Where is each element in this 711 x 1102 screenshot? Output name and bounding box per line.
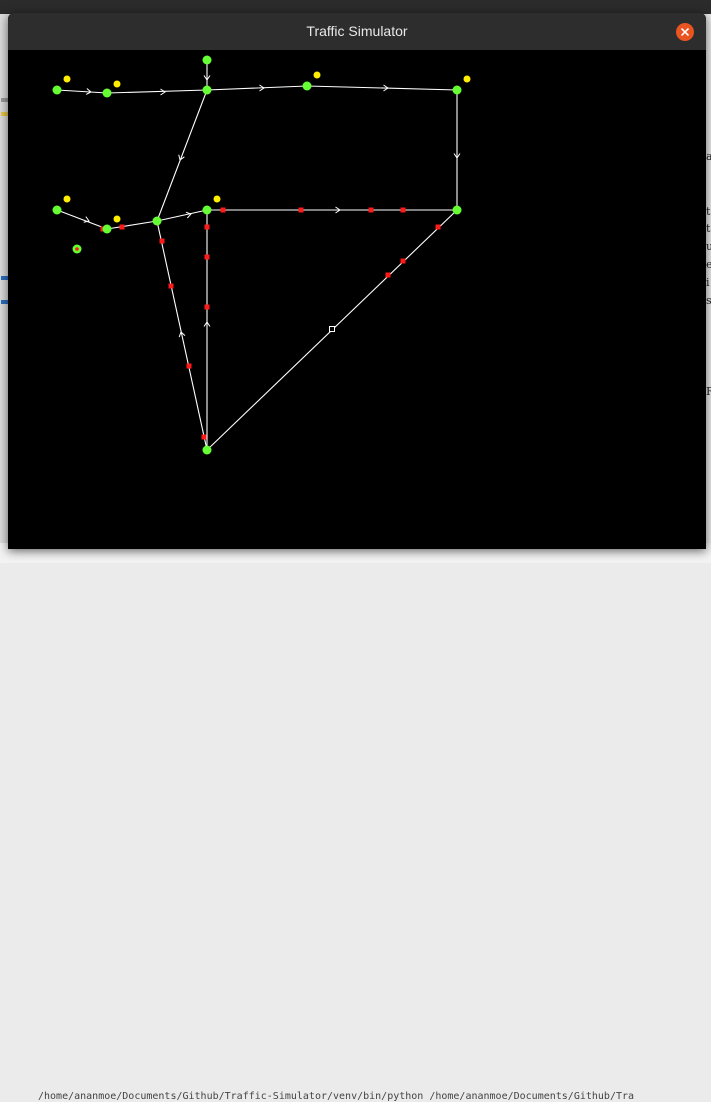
intersection-node [52,205,62,215]
direction-arrow-icon [160,88,166,96]
road-segment [156,209,208,222]
intersection-node [152,216,162,226]
ide-text-fragment: t [706,205,711,218]
road-segment [156,220,208,451]
road-segment [56,209,108,230]
vehicle-marker [220,207,226,213]
window-titlebar[interactable]: Traffic Simulator [8,13,706,51]
intersection-nodes [52,55,462,455]
vehicle-marker [435,224,441,230]
background-top-bar [0,0,711,14]
intersection-node [452,85,462,95]
direction-arrow-icon [83,216,90,223]
window-title: Traffic Simulator [306,23,408,39]
direction-arrow-icon [185,211,192,219]
road-direction-arrows [83,75,461,338]
close-icon [681,28,689,36]
vehicle-marker [204,224,210,230]
vehicle-marker [400,258,406,264]
traffic-signal-icon [113,215,121,223]
ide-text-fragment: i [706,276,710,289]
simulator-window: Traffic Simulator [8,13,706,549]
ide-text-fragment: u [706,240,711,253]
traffic-signal-icon [213,195,221,203]
traffic-signal-icon [63,75,71,83]
intersection-node [102,224,112,234]
road-segment [106,89,208,94]
road-network [56,60,458,451]
intersection-node [202,205,212,215]
road-segment [306,85,458,91]
vehicle-marker-selected [329,326,335,332]
intersection-node [202,85,212,95]
ide-text-fragment: e [706,258,711,271]
close-button[interactable] [676,23,694,41]
intersection-node [202,55,212,65]
simulation-canvas[interactable] [8,50,706,549]
vehicle-marker [201,434,207,440]
road-segment [56,89,108,94]
road-segment [206,85,308,91]
vehicle-marker [385,272,391,278]
intersection-node [102,88,112,98]
ide-text-fragment: s [706,294,711,307]
vehicle-marker [186,363,192,369]
vehicle-marker [168,283,174,289]
vehicle-marker [204,254,210,260]
vehicle-marker [400,207,406,213]
vehicle-marker [159,238,165,244]
traffic-signal-icon [63,195,71,203]
intersection-node [202,445,212,455]
intersection-node [452,205,462,215]
traffic-signal-icon [463,75,471,83]
ide-text-fragment: a [706,150,711,163]
road-segment [106,220,158,230]
console-line: /home/ananmoe/Documents/Github/Traffic-S… [38,1091,635,1102]
ide-text-fragment: t [706,222,711,235]
vehicles [100,207,441,440]
vehicle-marker [298,207,304,213]
traffic-signal-icon [113,80,121,88]
vehicle-marker [119,224,125,230]
ide-text-fragment: R [706,385,711,398]
vehicle-marker [204,304,210,310]
intersection-node [52,85,62,95]
vehicle-marker [368,207,374,213]
traffic-signals [63,71,471,223]
traffic-signal-icon [313,71,321,79]
road-segment [156,89,208,222]
intersection-node [302,81,312,91]
spawn-node-vehicle [75,247,79,251]
